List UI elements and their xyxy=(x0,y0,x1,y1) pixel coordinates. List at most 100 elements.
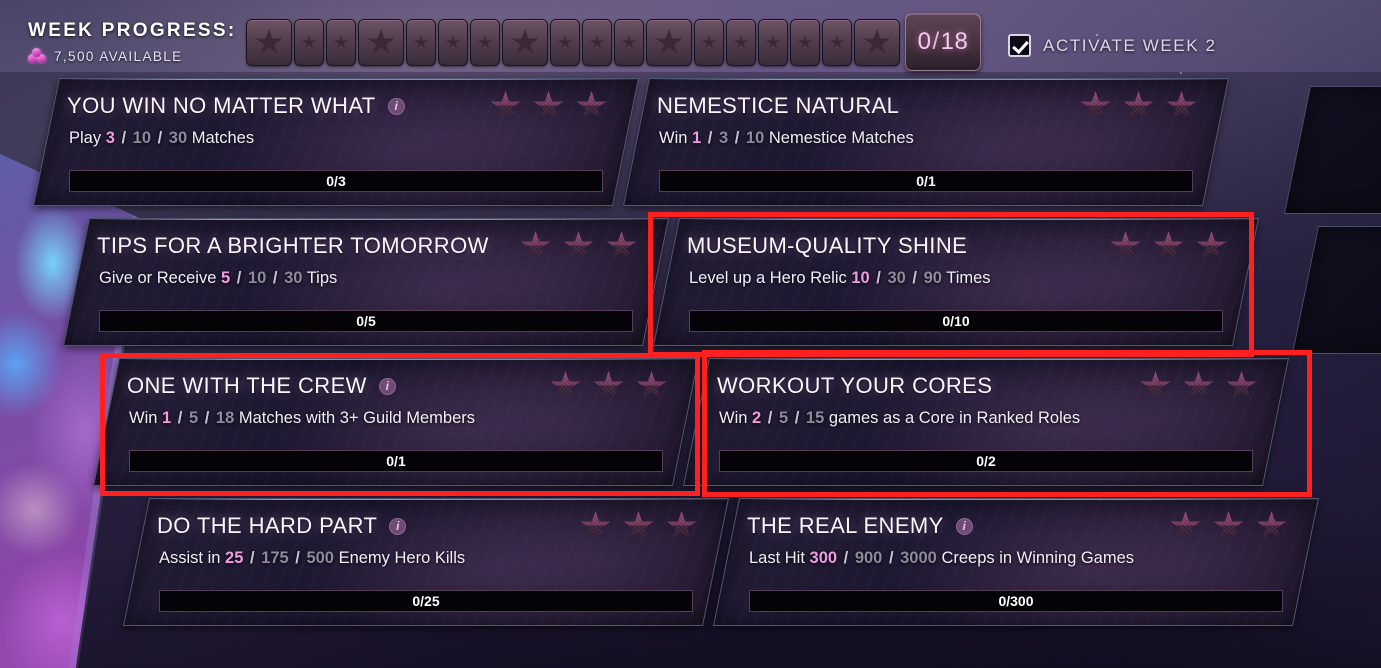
gem-cluster-icon xyxy=(28,48,47,64)
star-icon xyxy=(1166,91,1197,121)
star-icon xyxy=(593,371,624,401)
quest-card[interactable]: THE REAL ENEMY i Last Hit 300 / 900 / 3000… xyxy=(712,498,1320,626)
star-icon xyxy=(1183,371,1214,401)
week-star-slot xyxy=(614,19,644,66)
week-star-slot xyxy=(790,19,820,66)
quest-card[interactable]: WORKOUT YOUR CORES Win 2 / 5 / 15 games a… xyxy=(682,358,1290,486)
quest-description: Play 3 / 10 / 30 Matches xyxy=(69,129,254,148)
quest-card[interactable]: ONE WITH THE CREW i Win 1 / 5 / 18 Matches… xyxy=(92,358,700,486)
quest-tier-2: 175 xyxy=(261,549,289,567)
quest-card[interactable]: DO THE HARD PART i Assist in 25 / 175 / 50… xyxy=(122,498,730,626)
quest-desc-suffix: games as a Core in Ranked Roles xyxy=(828,409,1081,427)
info-icon[interactable]: i xyxy=(389,517,407,535)
quest-card[interactable]: NEMESTICE NATURAL Win 1 / 3 / 10 Nemestic… xyxy=(622,78,1230,206)
week-star-slot xyxy=(502,19,548,66)
week-star-slot xyxy=(406,19,436,66)
week-star-slot xyxy=(246,19,292,66)
star-icon xyxy=(1226,371,1257,401)
quest-card[interactable]: TIPS FOR A BRIGHTER TOMORROW Give or Rece… xyxy=(62,218,670,346)
activate-week-2-toggle[interactable]: ACTIVATE WEEK 2 xyxy=(1008,34,1217,57)
week-star-slot xyxy=(358,19,404,66)
quest-tier-separator: / xyxy=(839,549,853,567)
star-icon xyxy=(477,35,493,49)
star-icon xyxy=(765,35,781,49)
quest-desc-suffix: Nemestice Matches xyxy=(768,129,914,147)
quest-tier-2: 10 xyxy=(247,269,267,287)
quest-tier-3: 10 xyxy=(745,129,765,147)
star-icon xyxy=(413,35,429,49)
week-star-slot xyxy=(438,19,468,66)
quest-title: ONE WITH THE CREW xyxy=(127,373,367,398)
star-icon xyxy=(576,91,607,121)
quest-tier-3: 3000 xyxy=(900,549,937,567)
quest-card[interactable]: MUSEUM-QUALITY SHINE Level up a Hero Reli… xyxy=(652,218,1260,346)
quest-description: Win 1 / 5 / 18 Matches with 3+ Guild Mem… xyxy=(129,409,475,428)
week-star-slot xyxy=(582,19,612,66)
quest-row: TIPS FOR A BRIGHTER TOMORROW Give or Rece… xyxy=(0,218,1381,358)
quest-tier-1: 300 xyxy=(809,549,838,567)
star-icon xyxy=(1256,511,1287,541)
star-count-current: 0 xyxy=(917,28,932,55)
quest-desc-prefix: Last Hit xyxy=(749,549,805,567)
info-icon[interactable]: i xyxy=(387,97,405,115)
quest-desc-suffix: Tips xyxy=(306,269,338,287)
star-icon xyxy=(563,231,594,261)
quest-card[interactable]: YOU WIN NO MATTER WHAT i Play 3 / 10 / 30 … xyxy=(32,78,640,206)
quest-description: Win 2 / 5 / 15 games as a Core in Ranked… xyxy=(719,409,1080,428)
quest-tier-separator: / xyxy=(245,549,260,567)
quest-title: WORKOUT YOUR CORES xyxy=(717,373,993,398)
star-icon xyxy=(1196,231,1227,261)
star-icon xyxy=(655,29,683,54)
quest-card-inner: TIPS FOR A BRIGHTER TOMORROW Give or Rece… xyxy=(77,219,655,345)
activate-checkbox[interactable] xyxy=(1008,34,1031,57)
quest-tier-2: 900 xyxy=(854,549,883,567)
quest-progress-text: 0/1 xyxy=(916,173,936,189)
star-icon xyxy=(623,511,654,541)
quest-desc-prefix: Play xyxy=(69,129,102,147)
activate-week-2-label: ACTIVATE WEEK 2 xyxy=(1043,35,1217,55)
star-icon xyxy=(1213,511,1244,541)
quest-card-inner: DO THE HARD PART i Assist in 25 / 175 / 50… xyxy=(137,499,715,625)
quest-progress-bar: 0/25 xyxy=(159,590,693,612)
star-icon xyxy=(636,371,667,401)
quest-description: Give or Receive 5 / 10 / 30 Tips xyxy=(99,269,337,288)
star-icon xyxy=(445,35,461,49)
quest-card-inner: THE REAL ENEMY i Last Hit 300 / 900 / 3000… xyxy=(727,499,1305,625)
info-icon[interactable]: i xyxy=(955,517,973,535)
quest-progress-bar: 0/3 xyxy=(69,170,603,192)
quest-tier-separator: / xyxy=(268,269,283,287)
quest-desc-suffix: Times xyxy=(946,269,991,287)
info-icon[interactable]: i xyxy=(378,377,396,395)
currency-amount: 7,500 AVAILABLE xyxy=(54,48,183,64)
quest-row: DO THE HARD PART i Assist in 25 / 175 / 50… xyxy=(0,498,1381,638)
quest-star-rating xyxy=(1140,371,1257,401)
quest-tier-2: 10 xyxy=(132,129,152,147)
quest-progress-bar: 0/2 xyxy=(719,450,1253,472)
quest-tier-3: 500 xyxy=(306,549,334,567)
star-icon xyxy=(829,35,845,49)
currency-row: 7,500 AVAILABLE xyxy=(28,48,237,64)
quest-tier-1: 3 xyxy=(105,129,115,147)
star-icon xyxy=(255,29,283,54)
quest-tier-1: 2 xyxy=(752,409,762,427)
quest-description: Level up a Hero Relic 10 / 30 / 90 Times xyxy=(689,269,991,288)
quest-title: THE REAL ENEMY xyxy=(747,513,944,538)
star-icon xyxy=(733,35,749,49)
quest-tier-separator: / xyxy=(907,269,922,287)
week-progress-block: WEEK PROGRESS: 7,500 AVAILABLE xyxy=(28,20,237,64)
header-bar: WEEK PROGRESS: 7,500 AVAILABLE 0/18 ACTI… xyxy=(0,0,1381,78)
quest-card-inner: WORKOUT YOUR CORES Win 2 / 5 / 15 games a… xyxy=(697,359,1275,485)
week-progress-label: WEEK PROGRESS: xyxy=(28,20,237,41)
star-icon xyxy=(490,91,521,121)
star-icon xyxy=(1080,91,1111,121)
quest-desc-prefix: Assist in xyxy=(159,549,221,567)
quest-tier-1: 5 xyxy=(220,269,231,287)
quest-tier-separator: / xyxy=(703,129,717,147)
quest-tier-3: 15 xyxy=(805,409,825,427)
quest-star-rating xyxy=(1110,231,1227,261)
quest-tier-separator: / xyxy=(200,409,214,427)
quest-star-rating xyxy=(490,91,607,121)
quest-card-inner: ONE WITH THE CREW i Win 1 / 5 / 18 Matches… xyxy=(107,359,685,485)
quest-card-inner: MUSEUM-QUALITY SHINE Level up a Hero Reli… xyxy=(667,219,1245,345)
star-count-total: 18 xyxy=(940,28,969,55)
